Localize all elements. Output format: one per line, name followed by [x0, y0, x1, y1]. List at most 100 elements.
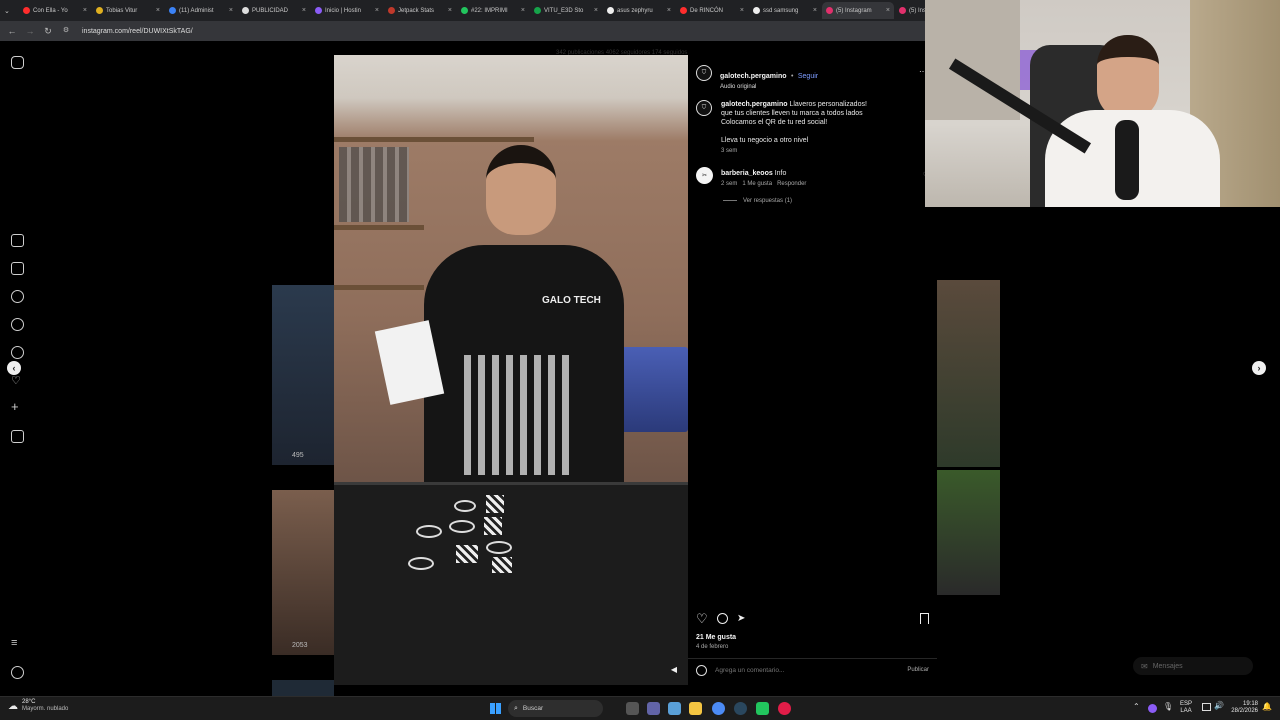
previous-reel-button[interactable]: ‹ — [7, 361, 21, 375]
background-thumbnail-5[interactable] — [937, 470, 1000, 595]
post-details-panel: ⛉ galotech.pergamino • Seguir Audio orig… — [688, 55, 937, 685]
language-indicator[interactable]: ESP LAA — [1180, 701, 1192, 715]
create-icon[interactable]: + — [11, 400, 24, 415]
search-icon[interactable] — [11, 318, 24, 331]
close-tab-icon[interactable]: × — [375, 7, 379, 14]
volume-icon[interactable]: 🔊 — [1214, 701, 1224, 710]
back-icon[interactable]: ← — [6, 25, 18, 37]
url-field[interactable]: instagram.com/reel/DUWIXtSkTAG/ — [82, 28, 193, 35]
caption-time: 3 sem — [721, 148, 738, 154]
close-tab-icon[interactable]: × — [302, 7, 306, 14]
browser-tab[interactable]: (11) Administ × — [165, 2, 237, 19]
file-explorer-icon[interactable] — [689, 702, 702, 715]
teams-icon[interactable] — [647, 702, 660, 715]
forward-icon[interactable]: → — [24, 25, 36, 37]
browser-tab[interactable]: Inicio | Hostin × — [311, 2, 383, 19]
browser-tab[interactable]: Tobias Vitur × — [92, 2, 164, 19]
close-tab-icon[interactable]: × — [740, 7, 744, 14]
reply-button[interactable]: Responder — [777, 181, 806, 187]
browser-tab[interactable]: VITU_E3D Sto × — [530, 2, 602, 19]
caption-username[interactable]: galotech.pergamino — [721, 101, 788, 108]
app-red-icon[interactable] — [778, 702, 791, 715]
tab-label: PUBLICIDAD — [252, 7, 289, 14]
keychains — [404, 495, 524, 575]
header-separator: • — [790, 73, 794, 80]
close-tab-icon[interactable]: × — [448, 7, 452, 14]
lang-1: ESP — [1180, 701, 1193, 707]
commenter-avatar[interactable]: ✂ — [696, 167, 713, 184]
mic-icon[interactable]: 🎙 — [1163, 702, 1173, 711]
close-tab-icon[interactable]: × — [229, 7, 233, 14]
notepad-icon[interactable] — [668, 702, 681, 715]
view-replies-button[interactable]: Ver respuestas (1) — [723, 196, 806, 207]
save-icon[interactable] — [920, 613, 929, 624]
tab-favicon-icon — [169, 7, 176, 14]
author-avatar[interactable]: ⛉ — [696, 65, 712, 81]
next-reel-button[interactable]: › — [1252, 361, 1266, 375]
reload-icon[interactable]: ↻ — [42, 25, 54, 37]
browser-tab[interactable]: PUBLICIDAD × — [238, 2, 310, 19]
likes-count[interactable]: 21 Me gusta — [696, 634, 736, 641]
menu-icon[interactable]: ≡ — [11, 638, 24, 651]
browser-tab[interactable]: Con Ella - Yo × — [19, 2, 91, 19]
notifications-icon[interactable]: 🔔 — [1262, 702, 1272, 711]
taskbar-search[interactable]: ⌕ Buscar — [508, 700, 603, 717]
close-tab-icon[interactable]: × — [886, 7, 890, 14]
browser-tab[interactable]: ssd samsung × — [749, 2, 821, 19]
reels-icon[interactable] — [11, 262, 24, 275]
browser-tab[interactable]: #22: IMPRIMI × — [457, 2, 529, 19]
background-thumbnail-4[interactable] — [937, 280, 1000, 467]
close-tab-icon[interactable]: × — [667, 7, 671, 14]
steam-icon[interactable] — [734, 702, 747, 715]
background-thumbnail-1[interactable]: 495 — [272, 285, 334, 465]
close-tab-icon[interactable]: × — [521, 7, 525, 14]
browser-tab[interactable]: De RINCÓN × — [676, 2, 748, 19]
more-icon[interactable] — [11, 666, 24, 679]
tab-label: #22: IMPRIMI — [471, 7, 508, 14]
chrome-icon[interactable] — [712, 702, 725, 715]
tray-app-icon[interactable] — [1148, 704, 1157, 713]
mute-icon[interactable]: ◀ — [668, 665, 680, 677]
start-button[interactable] — [490, 703, 501, 714]
like-icon[interactable]: ♡ — [696, 612, 708, 625]
background-thumbnail-3[interactable] — [272, 680, 334, 696]
close-tab-icon[interactable]: × — [813, 7, 817, 14]
caption-line-2: que tus clientes lleven tu marca a todos… — [721, 110, 863, 117]
close-tab-icon[interactable]: × — [594, 7, 598, 14]
tab-favicon-icon — [388, 7, 395, 14]
tray-chevron-icon[interactable]: ⌃ — [1133, 702, 1140, 711]
site-info-icon[interactable]: ⚙ — [60, 25, 72, 37]
app-green-icon[interactable] — [756, 702, 769, 715]
home-icon[interactable] — [11, 234, 24, 247]
messenger-icon[interactable] — [11, 290, 24, 303]
share-icon[interactable]: ➤ — [737, 613, 745, 624]
notifications-icon[interactable]: ♡ — [11, 374, 24, 387]
caption-avatar[interactable]: ⛉ — [696, 100, 712, 116]
messages-pill[interactable]: ✉ Mensajes — [1133, 657, 1253, 675]
close-tab-icon[interactable]: × — [156, 7, 160, 14]
publish-button[interactable]: Publicar — [907, 667, 929, 673]
network-icon[interactable] — [1202, 703, 1211, 711]
address-bar: ← → ↻ ⚙ instagram.com/reel/DUWIXtSkTAG/ — [0, 21, 925, 41]
emoji-icon[interactable] — [696, 665, 707, 676]
browser-tab[interactable]: (5) Instagram × — [822, 2, 894, 19]
background-thumbnail-2[interactable]: 2053 — [272, 490, 334, 655]
follow-button[interactable]: Seguir — [798, 73, 818, 80]
dashboard-icon[interactable] — [11, 430, 24, 443]
audio-label[interactable]: Audio original — [720, 84, 818, 90]
author-username[interactable]: galotech.pergamino — [720, 73, 787, 80]
reel-video[interactable]: GALO TECH ◀ — [334, 55, 688, 685]
weather-widget[interactable]: ☁ 28°C Mayorm. nublado — [8, 699, 68, 713]
clock[interactable]: 19:18 28/2/2026 — [1228, 701, 1258, 715]
instagram-logo-icon[interactable] — [11, 56, 24, 69]
close-tab-icon[interactable]: × — [83, 7, 87, 14]
comment-input[interactable] — [715, 664, 885, 677]
tab-list-button[interactable]: ⌄ — [4, 2, 18, 19]
comment-icon[interactable] — [717, 613, 728, 624]
browser-tab[interactable]: asus zephyru × — [603, 2, 675, 19]
comment-likes[interactable]: 1 Me gusta — [742, 181, 772, 187]
explore-icon[interactable] — [11, 346, 24, 359]
browser-tab[interactable]: Jetpack Stats × — [384, 2, 456, 19]
commenter-username[interactable]: barberia_keoos — [721, 170, 773, 177]
task-view-icon[interactable] — [626, 702, 639, 715]
